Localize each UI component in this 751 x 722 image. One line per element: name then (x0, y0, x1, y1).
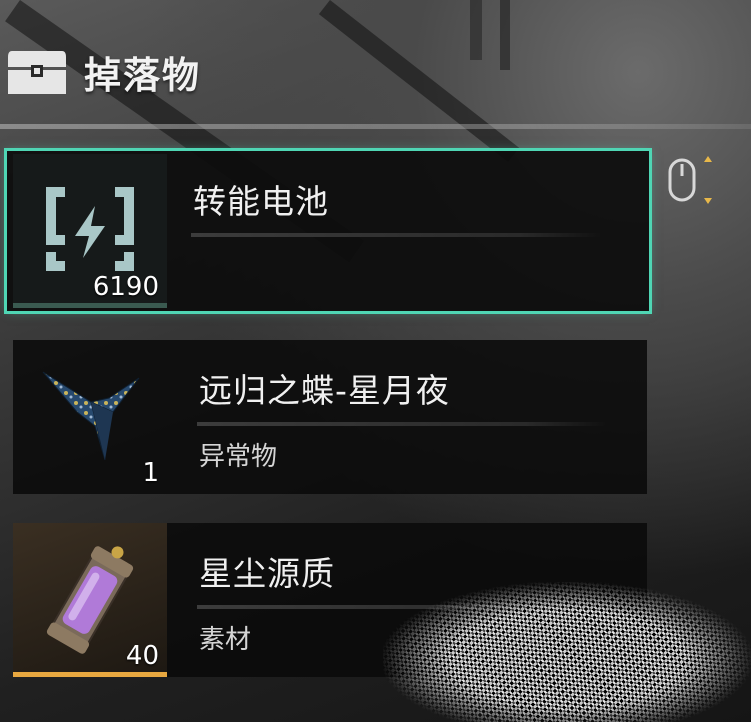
mouse-scroll-icon (667, 154, 715, 206)
page-title: 掉落物 (84, 54, 201, 97)
item-thumbnail: 40 (13, 523, 167, 677)
loot-header: 掉落物 (0, 40, 751, 104)
item-divider (191, 233, 601, 237)
header-divider (0, 124, 751, 129)
rarity-bar (13, 672, 167, 677)
item-type: 素材 (199, 625, 252, 655)
loot-item[interactable]: 6190 转能电池 (7, 151, 649, 311)
item-thumbnail: 6190 (13, 154, 167, 308)
item-count: 6190 (92, 272, 159, 302)
item-name: 星尘源质 (199, 554, 335, 593)
rarity-bar (13, 303, 167, 308)
treasure-chest-icon (6, 47, 68, 97)
item-count: 40 (125, 641, 159, 671)
loot-item[interactable]: 1 远归之蝶-星月夜 异常物 (13, 340, 647, 494)
noise-overlay (383, 582, 751, 722)
item-name: 转能电池 (193, 182, 329, 221)
item-count: 1 (142, 458, 159, 488)
item-name: 远归之蝶-星月夜 (199, 371, 450, 410)
item-type: 异常物 (199, 442, 278, 472)
item-thumbnail: 1 (13, 340, 167, 494)
item-divider (197, 422, 607, 426)
